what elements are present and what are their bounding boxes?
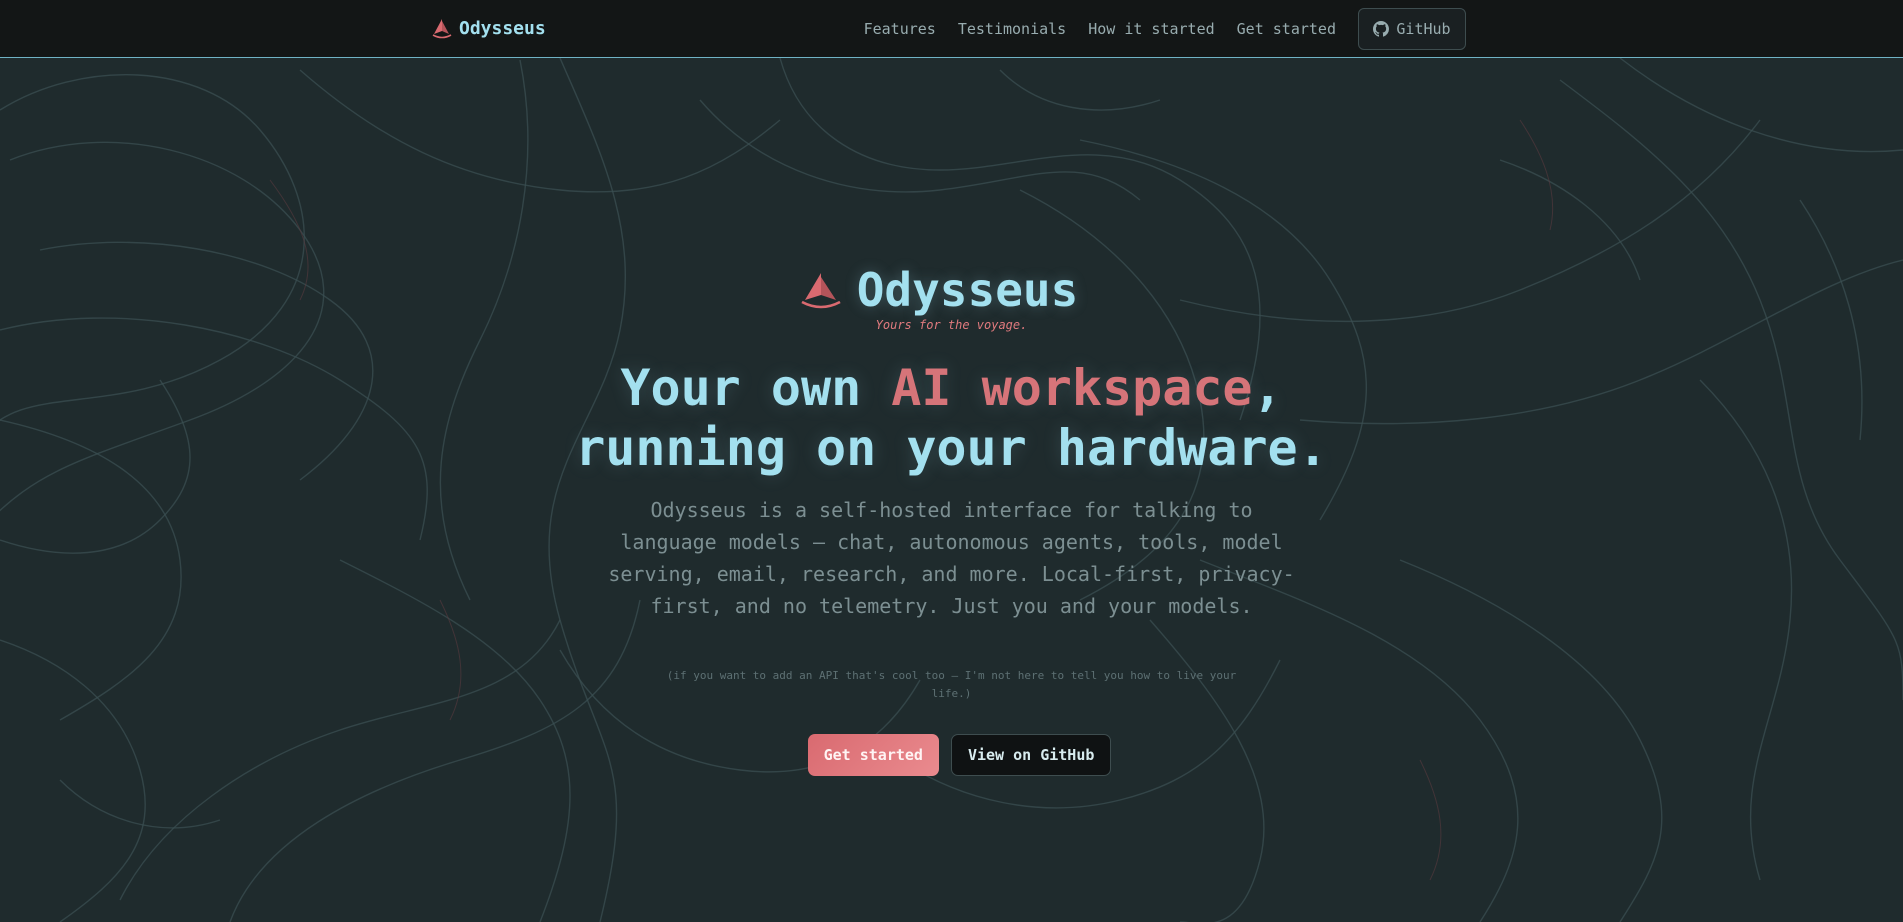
headline-line1-start: Your own xyxy=(620,359,892,417)
github-button-label: GitHub xyxy=(1396,20,1451,38)
navbar-brand[interactable]: Odysseus xyxy=(431,15,546,41)
hero-headline: Your own AI workspace, running on your h… xyxy=(0,358,1903,478)
hero-cta-row: Get started View on GitHub xyxy=(0,734,1903,776)
hero-brand-name: Odysseus xyxy=(856,263,1079,317)
hero-aside-note: (if you want to add an API that's cool t… xyxy=(666,669,1237,700)
get-started-button[interactable]: Get started xyxy=(807,734,939,776)
sail-logo-icon xyxy=(432,19,452,39)
headline-line2: running on your hardware. xyxy=(575,419,1328,477)
hero-tagline: Yours for the voyage. xyxy=(875,318,1028,332)
hero-description: Odysseus is a self-hosted interface for … xyxy=(608,498,1295,618)
sail-logo-icon xyxy=(801,273,841,309)
nav-link-get-started[interactable]: Get started xyxy=(1237,20,1336,38)
nav-link-testimonials[interactable]: Testimonials xyxy=(958,20,1066,38)
github-nav-button[interactable]: GitHub xyxy=(1358,8,1466,50)
hero-logo: Odysseus xyxy=(0,263,1903,317)
headline-line1-end: , xyxy=(1252,359,1283,417)
nav-link-how-it-started[interactable]: How it started xyxy=(1088,20,1214,38)
github-icon xyxy=(1373,21,1390,37)
nav-links: Features Testimonials How it started Get… xyxy=(864,8,1466,50)
nav-link-features[interactable]: Features xyxy=(864,20,936,38)
view-on-github-button[interactable]: View on GitHub xyxy=(950,734,1112,776)
brand-name: Odysseus xyxy=(459,17,546,39)
headline-accent: AI workspace xyxy=(891,359,1253,417)
top-navbar: Odysseus Features Testimonials How it st… xyxy=(0,0,1903,58)
